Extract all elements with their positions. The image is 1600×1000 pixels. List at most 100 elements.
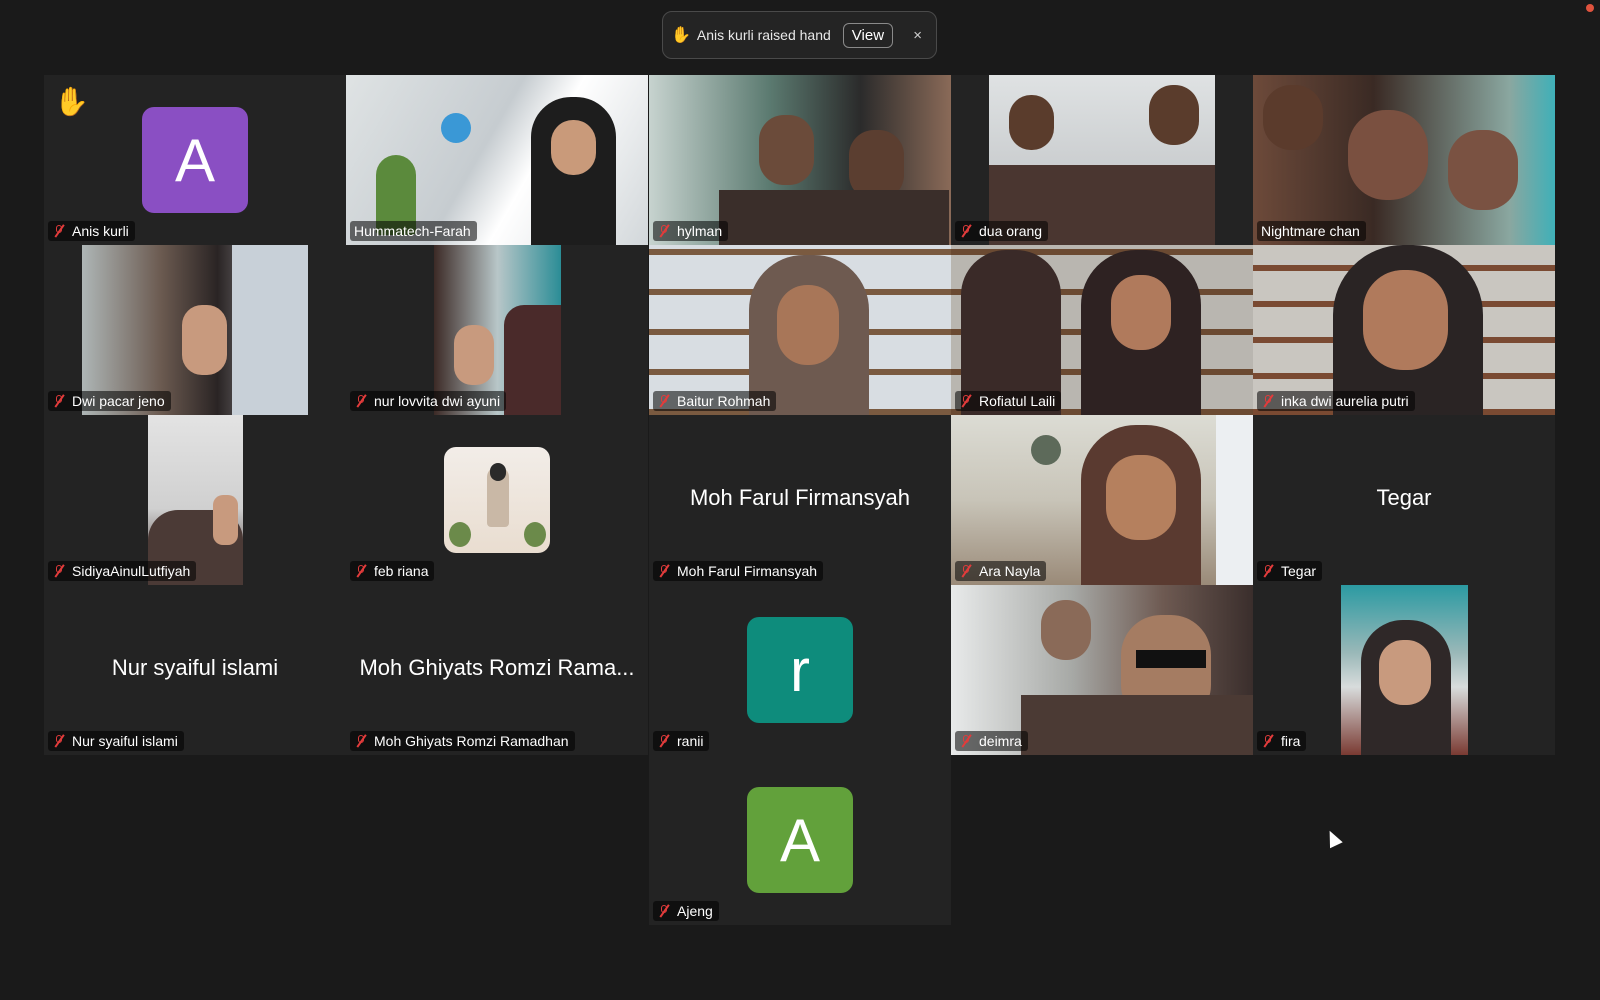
participant-tile[interactable]: Moh Farul Firmansyah Moh Farul Firmansya…	[649, 415, 951, 585]
participant-name-tag: deimra	[955, 731, 1028, 751]
participant-name: deimra	[979, 733, 1022, 749]
mic-muted-icon	[1261, 734, 1275, 748]
face	[1009, 95, 1054, 150]
participant-tile[interactable]: nur lovvita dwi ayuni	[346, 245, 648, 415]
participant-name: hylman	[677, 223, 723, 239]
raised-hand-icon: ✋	[671, 27, 691, 44]
hijab	[490, 463, 506, 481]
participant-name: Ara Nayla	[979, 563, 1041, 579]
participant-name: fira	[1281, 733, 1301, 749]
participant-name-tag: SidiyaAinulLutfiyah	[48, 561, 197, 581]
company-logo-icon	[441, 113, 471, 143]
mic-muted-icon	[1261, 394, 1275, 408]
face	[1263, 85, 1323, 150]
participant-tile[interactable]: fira	[1253, 585, 1555, 755]
video-feed	[1341, 585, 1468, 755]
participant-tile[interactable]: Nur syaiful islami Nur syaiful islami	[44, 585, 346, 755]
participant-tile[interactable]: Baitur Rohmah	[649, 245, 951, 415]
avatar: A	[142, 107, 248, 213]
mic-muted-icon	[959, 224, 973, 238]
pixel-sunglasses	[1136, 650, 1206, 668]
raised-hand-notification: ✋ Anis kurli raised hand View ×	[662, 11, 937, 59]
participant-tile[interactable]: SidiyaAinulLutfiyah	[44, 415, 346, 585]
participant-name-tag: Hummatech-Farah	[350, 221, 477, 241]
participant-display-name: Moh Ghiyats Romzi Rama...	[359, 655, 635, 680]
participant-tile[interactable]: dua orang	[951, 75, 1253, 245]
mic-muted-icon	[657, 564, 671, 578]
participant-name-tag: Tegar	[1257, 561, 1323, 581]
face	[1363, 270, 1448, 370]
video-feed	[148, 415, 243, 585]
participant-tile[interactable]: r ranii	[649, 585, 951, 755]
mic-muted-icon	[657, 394, 671, 408]
participant-name: Nightmare chan	[1261, 223, 1360, 239]
participant-name: Dwi pacar jeno	[72, 393, 165, 409]
raised-hand-icon: ✋	[54, 86, 89, 117]
mic-muted-icon	[354, 734, 368, 748]
participant-tile[interactable]: inka dwi aurelia putri	[1253, 245, 1555, 415]
participant-tile[interactable]: Nightmare chan	[1253, 75, 1555, 245]
participant-name: ranii	[677, 733, 704, 749]
video-feed	[346, 75, 648, 245]
participant-name-tag: Dwi pacar jeno	[48, 391, 171, 411]
mic-muted-icon	[657, 734, 671, 748]
video-feed	[649, 245, 951, 415]
view-button[interactable]: View	[842, 22, 894, 48]
video-feed	[649, 75, 951, 245]
close-icon[interactable]: ×	[913, 27, 926, 44]
mic-muted-icon	[959, 564, 973, 578]
participant-display-name: Moh Farul Firmansyah	[689, 485, 911, 510]
participant-name-tag: Ajeng	[653, 901, 719, 921]
participant-tile[interactable]: A Ajeng	[649, 755, 951, 925]
avatar: A	[747, 787, 853, 893]
participant-tile[interactable]: Ara Nayla	[951, 415, 1253, 585]
wall-panel	[1216, 415, 1253, 585]
mic-muted-icon	[52, 564, 66, 578]
video-feed	[82, 245, 308, 415]
participant-name-tag: fira	[1257, 731, 1307, 751]
face	[1379, 640, 1431, 705]
participant-name-tag: inka dwi aurelia putri	[1257, 391, 1415, 411]
participant-tile[interactable]: feb riana	[346, 415, 648, 585]
mic-muted-icon	[52, 224, 66, 238]
participant-tile[interactable]: ✋ A Anis kurli	[44, 75, 346, 245]
participant-name-tag: Baitur Rohmah	[653, 391, 777, 411]
participant-name-tag: Moh Farul Firmansyah	[653, 561, 824, 581]
participant-name: Moh Farul Firmansyah	[677, 563, 818, 579]
participant-name-tag: Anis kurli	[48, 221, 135, 241]
mouse-cursor-icon	[1323, 827, 1343, 849]
face	[1448, 130, 1518, 210]
hijab	[504, 305, 561, 415]
participant-tile[interactable]: Tegar Tegar	[1253, 415, 1555, 585]
participant-tile[interactable]: Rofiatul Laili	[951, 245, 1253, 415]
participant-tile[interactable]: hylman	[649, 75, 951, 245]
participant-name: Baitur Rohmah	[677, 393, 771, 409]
wall-fan	[1031, 435, 1061, 465]
hand	[182, 305, 227, 375]
face	[1348, 110, 1428, 200]
participant-name-tag: dua orang	[955, 221, 1049, 241]
participant-name: Anis kurli	[72, 223, 129, 239]
participant-name: Rofiatul Laili	[979, 393, 1056, 409]
mic-muted-icon	[52, 734, 66, 748]
hand	[213, 495, 238, 545]
participant-tile[interactable]: deimra	[951, 585, 1253, 755]
participant-name-tag: Moh Ghiyats Romzi Ramadhan	[350, 731, 575, 751]
participant-tile-active-speaker[interactable]: Hummatech-Farah	[346, 75, 648, 245]
participant-name-tag: ranii	[653, 731, 710, 751]
mic-muted-icon	[657, 224, 671, 238]
face	[1149, 85, 1199, 145]
video-feed	[1253, 75, 1555, 245]
participant-name-tag: Nur syaiful islami	[48, 731, 184, 751]
participant-name-tag: hylman	[653, 221, 729, 241]
participant-tile[interactable]: Dwi pacar jeno	[44, 245, 346, 415]
video-feed	[989, 75, 1215, 245]
mic-muted-icon	[52, 394, 66, 408]
plant	[449, 522, 471, 547]
participant-name-tag: Nightmare chan	[1257, 221, 1366, 241]
participant-name: Tegar	[1281, 563, 1317, 579]
participant-name-tag: Ara Nayla	[955, 561, 1047, 581]
mic-muted-icon	[354, 564, 368, 578]
face	[551, 120, 596, 175]
participant-tile[interactable]: Moh Ghiyats Romzi Rama... Moh Ghiyats Ro…	[346, 585, 648, 755]
